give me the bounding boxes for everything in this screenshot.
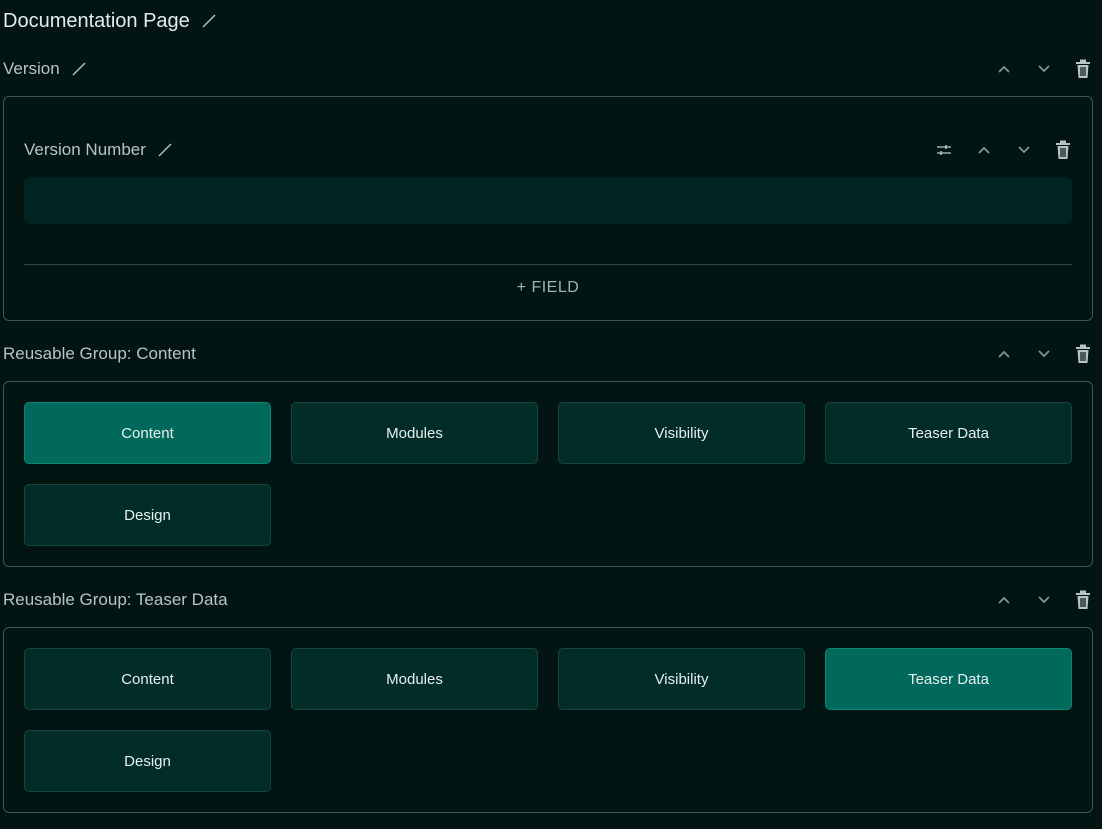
version-number-input[interactable]: [24, 177, 1072, 224]
move-up-chevron-up-icon[interactable]: [984, 340, 1024, 368]
field-divider: [24, 264, 1072, 265]
tab-content[interactable]: Content: [24, 402, 271, 464]
add-field-button[interactable]: + FIELD: [24, 275, 1072, 301]
field-delete-trash-icon[interactable]: [1044, 136, 1082, 164]
tab-modules[interactable]: Modules: [291, 648, 538, 710]
tab-content[interactable]: Content: [24, 648, 271, 710]
version-section-actions: [984, 55, 1102, 83]
move-down-chevron-down-icon[interactable]: [1024, 55, 1064, 83]
content-group-title: Reusable Group: Content: [3, 344, 196, 363]
version-number-label: Version Number: [24, 140, 146, 159]
edit-field-pencil-icon[interactable]: [158, 143, 172, 157]
editor-page: Documentation Page Version Version Numbe…: [0, 0, 1102, 829]
move-up-chevron-up-icon[interactable]: [984, 586, 1024, 614]
teaser-group-header: Reusable Group: Teaser Data: [3, 586, 1102, 614]
move-down-chevron-down-icon[interactable]: [1024, 340, 1064, 368]
move-up-chevron-up-icon[interactable]: [984, 55, 1024, 83]
delete-trash-icon[interactable]: [1064, 340, 1102, 368]
delete-trash-icon[interactable]: [1064, 586, 1102, 614]
tab-design[interactable]: Design: [24, 484, 271, 546]
delete-trash-icon[interactable]: [1064, 55, 1102, 83]
tab-visibility[interactable]: Visibility: [558, 648, 805, 710]
page-title: Documentation Page: [3, 9, 190, 32]
edit-title-pencil-icon[interactable]: [202, 14, 216, 28]
field-move-up-chevron-up-icon[interactable]: [964, 136, 1004, 164]
content-group-header: Reusable Group: Content: [3, 340, 1102, 368]
version-section-header: Version: [3, 55, 1102, 83]
edit-version-pencil-icon[interactable]: [72, 62, 86, 76]
version-number-actions: [924, 136, 1082, 164]
teaser-group-actions: [984, 586, 1102, 614]
tab-visibility[interactable]: Visibility: [558, 402, 805, 464]
page-title-row: Documentation Page: [3, 6, 216, 36]
version-number-label-row: Version Number: [24, 137, 1072, 163]
field-move-down-chevron-down-icon[interactable]: [1004, 136, 1044, 164]
field-settings-sliders-icon[interactable]: [924, 136, 964, 164]
tab-teaser-data[interactable]: Teaser Data: [825, 402, 1072, 464]
teaser-group-title: Reusable Group: Teaser Data: [3, 590, 228, 609]
content-group-actions: [984, 340, 1102, 368]
tab-modules[interactable]: Modules: [291, 402, 538, 464]
move-down-chevron-down-icon[interactable]: [1024, 586, 1064, 614]
tab-design[interactable]: Design: [24, 730, 271, 792]
version-section-title: Version: [3, 59, 60, 78]
teaser-group-panel: Content Modules Visibility Teaser Data D…: [3, 627, 1093, 813]
tab-teaser-data[interactable]: Teaser Data: [825, 648, 1072, 710]
content-group-panel: Content Modules Visibility Teaser Data D…: [3, 381, 1093, 567]
version-panel: Version Number + FIELD: [3, 96, 1093, 321]
